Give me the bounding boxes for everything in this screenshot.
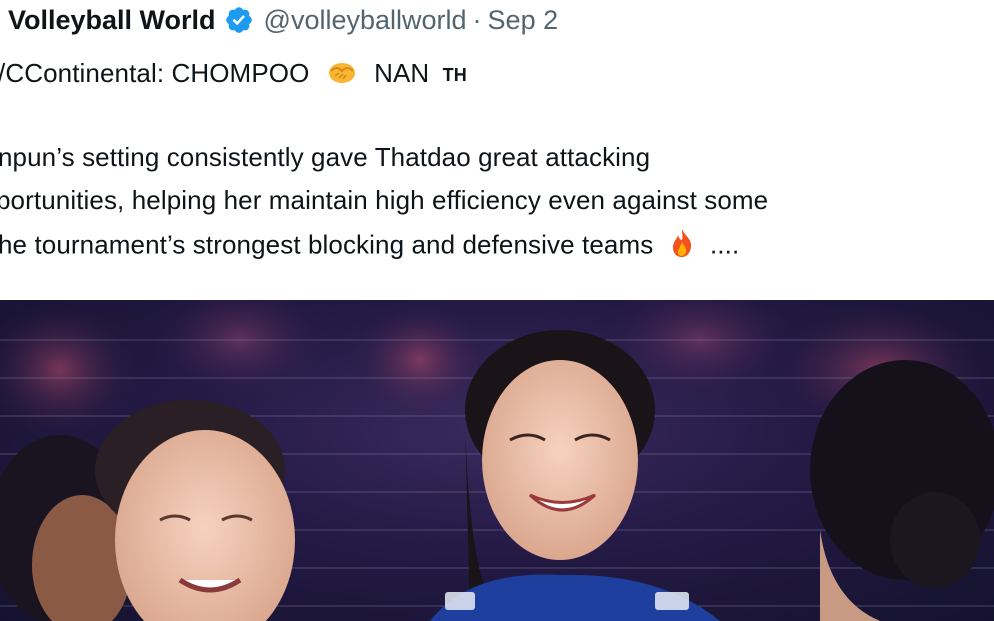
fire-emoji-icon bbox=[671, 228, 693, 265]
tweet-text-line-4: he tournament’s strongest blocking and d… bbox=[0, 228, 739, 265]
tweet-photo[interactable] bbox=[0, 300, 994, 621]
header-separator: · bbox=[472, 4, 482, 35]
tweet-text-line-3: portunities, helping her maintain high e… bbox=[0, 185, 769, 215]
handshake-emoji-icon bbox=[327, 59, 357, 92]
screenshot: Volleyball World @volleyballworld · Sep … bbox=[0, 0, 994, 621]
thailand-flag-label: TH bbox=[442, 65, 467, 85]
verified-badge-icon bbox=[224, 5, 254, 35]
tweet-text-line-2: npun’s setting consistently gave Thatdao… bbox=[0, 142, 651, 172]
tweet-header: Volleyball World @volleyballworld · Sep … bbox=[8, 0, 558, 40]
player-second bbox=[95, 400, 295, 621]
tweet-line-1-text: /CContinental: CHOMPOO bbox=[0, 58, 310, 88]
tweet-text-line-1: /CContinental: CHOMPOO NAN TH bbox=[0, 58, 467, 92]
tweet-line-1-partner: NAN bbox=[374, 58, 430, 88]
author-handle[interactable]: @volleyballworld bbox=[264, 5, 467, 36]
player-right bbox=[810, 360, 994, 621]
photo-illustration bbox=[0, 300, 994, 621]
tweet-date[interactable]: Sep 2 bbox=[488, 5, 559, 36]
tweet-line-4-text: he tournament’s strongest blocking and d… bbox=[0, 229, 654, 260]
tweet-card[interactable]: Volleyball World @volleyballworld · Sep … bbox=[0, 0, 994, 300]
tweet-line-4-tail: .... bbox=[709, 229, 740, 260]
author-display-name[interactable]: Volleyball World bbox=[8, 5, 216, 36]
